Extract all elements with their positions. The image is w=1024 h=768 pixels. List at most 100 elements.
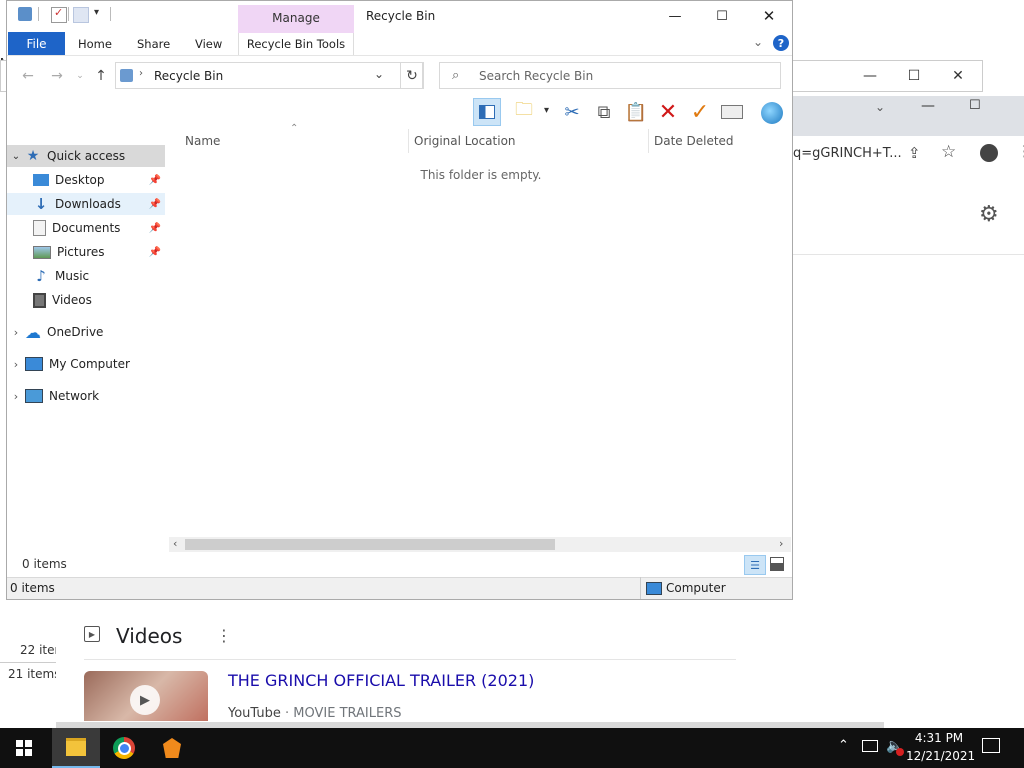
taskbar-file-explorer[interactable] xyxy=(52,728,100,768)
pin-icon[interactable]: 📌 xyxy=(149,247,161,258)
taskbar-chrome[interactable] xyxy=(100,728,148,768)
address-text[interactable]: Recycle Bin xyxy=(154,69,223,83)
downloads-arrow-icon: ↓ xyxy=(34,195,48,213)
notifications-icon[interactable] xyxy=(982,738,1000,753)
nav-quick-access[interactable]: ⌄ ★ Quick access xyxy=(7,145,165,167)
details-view-icon[interactable]: ☰ xyxy=(744,555,766,575)
folder-icon xyxy=(66,738,86,756)
scroll-left-icon[interactable]: ‹ xyxy=(173,537,177,550)
minimize-icon[interactable]: — xyxy=(652,3,698,29)
nav-videos[interactable]: Videos xyxy=(7,289,165,311)
settings-gear-icon[interactable]: ⚙ xyxy=(979,202,999,227)
onedrive-cloud-icon: ☁ xyxy=(25,322,41,342)
chrome-maximize-icon[interactable]: ☐ xyxy=(969,98,981,113)
expand-ribbon-icon[interactable]: ⌄ xyxy=(753,35,763,49)
back-icon[interactable]: ← xyxy=(17,65,39,87)
home-tab[interactable]: Home xyxy=(78,33,112,55)
properties-icon[interactable]: ✓ xyxy=(51,6,67,23)
taskbar-app[interactable] xyxy=(148,728,196,768)
windows-logo-icon xyxy=(16,740,32,756)
collapse-chevron-icon[interactable]: ⌄ xyxy=(7,151,25,162)
pin-icon[interactable]: 📌 xyxy=(149,199,161,210)
content-horizontal-scrollbar[interactable]: ‹ › xyxy=(169,537,791,552)
breadcrumb-chevron-icon[interactable]: › xyxy=(139,68,143,79)
clock-time[interactable]: 4:31 PM xyxy=(906,731,972,745)
quick-access-toolbar-dropdown-icon[interactable]: ▾ xyxy=(94,7,99,18)
search-box[interactable]: ⌕ Search Recycle Bin xyxy=(439,62,781,89)
nav-network[interactable]: › Network xyxy=(7,385,165,407)
paste-icon[interactable]: 📋 xyxy=(624,100,648,124)
bg-minimize-icon[interactable]: — xyxy=(847,61,893,91)
bookmark-star-icon[interactable]: ☆ xyxy=(941,142,956,162)
nav-onedrive-label: OneDrive xyxy=(47,325,104,339)
chrome-tab-search-icon[interactable]: ⌄ xyxy=(875,100,885,114)
expand-chevron-icon[interactable]: › xyxy=(7,326,25,339)
up-icon[interactable]: ↑ xyxy=(90,65,112,87)
scroll-right-icon[interactable]: › xyxy=(779,537,783,550)
globe-icon[interactable] xyxy=(761,102,783,124)
help-icon[interactable]: ? xyxy=(773,35,789,51)
rename-check-icon[interactable]: ✓ xyxy=(688,100,712,125)
column-divider[interactable] xyxy=(408,129,409,153)
folder-options-dropdown-icon[interactable]: ▾ xyxy=(544,105,549,116)
more-options-icon[interactable]: ⋮ xyxy=(216,626,232,645)
large-icons-view-icon[interactable] xyxy=(770,557,784,571)
chrome-tab-bar: ⌄ — ☐ xyxy=(793,96,1024,136)
nav-music[interactable]: ♪ Music xyxy=(7,265,165,287)
properties-button-icon[interactable] xyxy=(720,100,744,124)
recent-locations-icon[interactable]: ⌄ xyxy=(69,65,91,87)
delete-icon[interactable]: ✕ xyxy=(656,100,680,125)
show-hidden-icons-icon[interactable]: ⌃ xyxy=(838,738,849,753)
music-note-icon: ♪ xyxy=(36,267,46,285)
address-dropdown-icon[interactable]: ⌄ xyxy=(374,67,384,81)
network-status-icon[interactable] xyxy=(862,740,878,752)
start-button[interactable] xyxy=(0,728,48,768)
column-name[interactable]: Name xyxy=(185,131,220,151)
nav-documents[interactable]: Documents 📌 xyxy=(7,217,165,239)
chrome-menu-icon[interactable]: ⋮ xyxy=(1017,142,1024,160)
copy-icon[interactable]: ⧉ xyxy=(592,100,616,124)
share-tab[interactable]: Share xyxy=(137,33,170,55)
new-folder-icon[interactable] xyxy=(73,7,89,23)
column-date-deleted[interactable]: Date Deleted xyxy=(654,131,734,151)
nav-my-computer[interactable]: › My Computer xyxy=(7,353,165,375)
nav-pictures[interactable]: Pictures 📌 xyxy=(7,241,165,263)
videos-section-title: Videos xyxy=(116,624,183,648)
chrome-minimize-icon[interactable]: — xyxy=(921,98,935,114)
folder-options-icon[interactable]: 🗀 xyxy=(512,99,536,124)
column-divider[interactable] xyxy=(648,129,649,153)
pin-icon[interactable]: 📌 xyxy=(149,223,161,234)
scrollbar-thumb[interactable] xyxy=(185,539,555,550)
divider xyxy=(38,7,39,21)
nav-desktop[interactable]: Desktop 📌 xyxy=(7,169,165,191)
expand-chevron-icon[interactable]: › xyxy=(7,358,25,371)
pin-icon[interactable]: 📌 xyxy=(149,175,161,186)
clock-date[interactable]: 12/21/2021 xyxy=(906,749,975,763)
recycle-bin-tools-tab[interactable]: Recycle Bin Tools xyxy=(238,33,354,55)
view-tab[interactable]: View xyxy=(195,33,222,55)
preview-pane-button[interactable] xyxy=(473,98,501,126)
video-thumbnail[interactable]: ▶ xyxy=(84,671,208,721)
expand-chevron-icon[interactable]: › xyxy=(7,390,25,403)
maximize-icon[interactable]: ☐ xyxy=(699,3,745,29)
bg-close-icon[interactable]: ✕ xyxy=(935,61,981,91)
profile-avatar-icon[interactable] xyxy=(980,144,998,162)
column-original-location[interactable]: Original Location xyxy=(414,131,516,151)
bg-maximize-icon[interactable]: ☐ xyxy=(891,61,937,91)
nav-desktop-label: Desktop xyxy=(55,173,105,187)
nav-downloads[interactable]: ↓ Downloads 📌 xyxy=(7,193,165,215)
cut-icon[interactable]: ✂ xyxy=(560,100,584,124)
divider xyxy=(68,7,69,21)
search-results: ▶ Videos ⋮ ▶ THE GRINCH OFFICIAL TRAILER… xyxy=(56,600,884,728)
refresh-icon[interactable]: ↻ xyxy=(400,62,424,89)
forward-icon[interactable]: → xyxy=(46,65,68,87)
share-icon[interactable]: ⇪ xyxy=(908,144,921,162)
nav-onedrive[interactable]: › ☁ OneDrive xyxy=(7,321,165,343)
chrome-address-text[interactable]: q=gGRINCH+T... xyxy=(793,146,902,161)
file-tab[interactable]: File xyxy=(8,32,65,55)
preview-pane-icon xyxy=(479,105,495,119)
play-icon[interactable]: ▶ xyxy=(130,685,160,715)
manage-tab[interactable]: Manage xyxy=(238,11,354,25)
close-icon[interactable]: ✕ xyxy=(746,3,792,29)
video-title-link[interactable]: THE GRINCH OFFICIAL TRAILER (2021) xyxy=(228,671,534,690)
